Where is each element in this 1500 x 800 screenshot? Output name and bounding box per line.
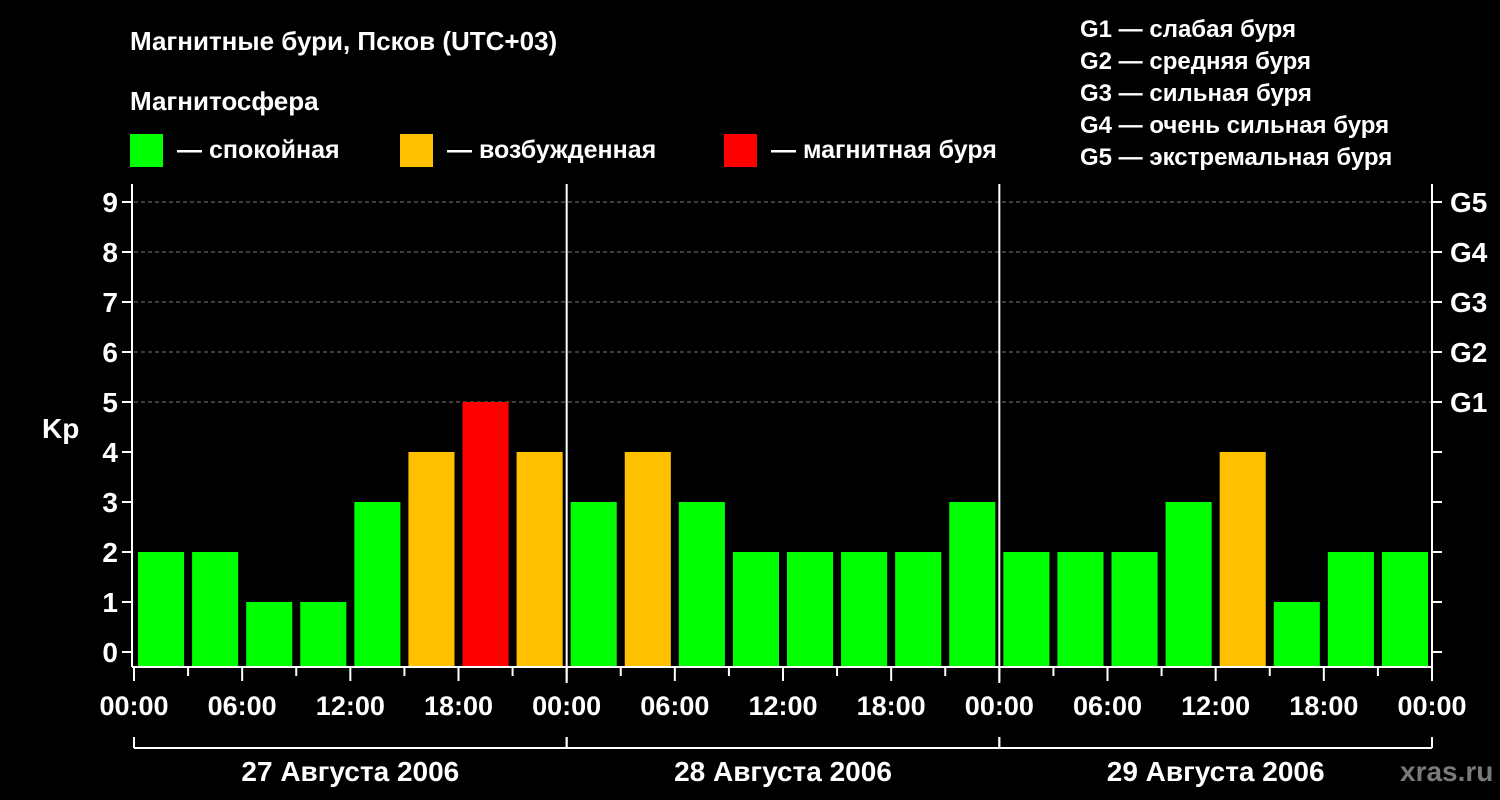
g-level-label: G2 <box>1450 337 1487 368</box>
legend-label-calm: — спокойная <box>177 136 340 164</box>
magnetosphere-label: Магнитосфера <box>130 86 319 116</box>
y-tick-label: 4 <box>102 437 118 468</box>
y-tick-label: 8 <box>102 237 118 268</box>
bar <box>462 402 509 667</box>
x-tick-label: 06:00 <box>640 691 709 721</box>
bar <box>841 552 888 667</box>
y-tick-label: 1 <box>102 587 118 618</box>
legend-swatch-disturbed <box>400 134 433 167</box>
bar <box>570 502 617 667</box>
x-tick-label: 00:00 <box>965 691 1034 721</box>
bar <box>732 552 779 667</box>
day-label: 27 Августа 2006 <box>241 756 459 787</box>
g-legend-g3: G3 — сильная буря <box>1080 80 1312 107</box>
x-tick-label: 06:00 <box>208 691 277 721</box>
bar <box>1219 452 1266 667</box>
plot-area: 0 1 2 3 4 5 6 7 8 9 G1 G2 G3 G4 G5 00:00 06:00 12:00 18:00… <box>99 184 1488 787</box>
y-axis-label: Kp <box>42 413 79 444</box>
x-tick-label: 18:00 <box>424 691 493 721</box>
legend: — спокойная — возбужденная — магнитная б… <box>130 134 997 167</box>
y-tick-label: 9 <box>102 187 118 218</box>
bar <box>300 602 347 667</box>
x-tick-label: 00:00 <box>99 691 168 721</box>
bar <box>516 452 563 667</box>
y-tick-label: 0 <box>102 637 118 668</box>
bar <box>354 502 401 667</box>
g-legend-g2: G2 — средняя буря <box>1080 48 1311 75</box>
bar <box>1381 552 1428 667</box>
y-tick-label: 6 <box>102 337 118 368</box>
bar <box>678 502 725 667</box>
bar <box>624 452 671 667</box>
bar <box>787 552 834 667</box>
bar <box>1111 552 1158 667</box>
bar <box>949 502 996 667</box>
x-tick-label: 12:00 <box>316 691 385 721</box>
g-level-label: G1 <box>1450 387 1487 418</box>
watermark: xras.ru <box>1400 756 1493 787</box>
legend-label-storm: — магнитная буря <box>771 136 997 164</box>
bar <box>192 552 239 667</box>
kp-chart: Магнитные бури, Псков (UTC+03) Магнитосф… <box>42 16 1493 787</box>
bar <box>895 552 942 667</box>
g-level-label: G4 <box>1450 237 1488 268</box>
day-label: 29 Августа 2006 <box>1107 756 1325 787</box>
day-label: 28 Августа 2006 <box>674 756 892 787</box>
g-legend-g5: G5 — экстремальная буря <box>1080 144 1392 171</box>
y-tick-label: 7 <box>102 287 118 318</box>
bar <box>1273 602 1320 667</box>
bar <box>246 602 293 667</box>
g-level-label: G3 <box>1450 287 1487 318</box>
chart-title: Магнитные бури, Псков (UTC+03) <box>130 26 557 56</box>
legend-swatch-calm <box>130 134 163 167</box>
x-tick-label: 06:00 <box>1073 691 1142 721</box>
bar <box>1057 552 1104 667</box>
g-legend-g1: G1 — слабая буря <box>1080 16 1296 43</box>
y-tick-label: 3 <box>102 487 118 518</box>
bar <box>138 552 185 667</box>
bar <box>1327 552 1374 667</box>
y-tick-label: 2 <box>102 537 118 568</box>
y-tick-label: 5 <box>102 387 118 418</box>
x-tick-label: 12:00 <box>748 691 817 721</box>
legend-swatch-storm <box>724 134 757 167</box>
bar <box>408 452 455 667</box>
bar <box>1165 502 1212 667</box>
x-tick-label: 18:00 <box>1289 691 1358 721</box>
g-scale-legend: G1 — слабая буря G2 — средняя буря G3 — … <box>1080 16 1392 171</box>
g-level-label: G5 <box>1450 187 1487 218</box>
legend-label-disturbed: — возбужденная <box>447 136 656 164</box>
x-tick-label: 12:00 <box>1181 691 1250 721</box>
x-tick-label: 00:00 <box>532 691 601 721</box>
g-legend-g4: G4 — очень сильная буря <box>1080 112 1389 139</box>
x-tick-label: 00:00 <box>1397 691 1466 721</box>
x-tick-label: 18:00 <box>857 691 926 721</box>
bar <box>1003 552 1050 667</box>
